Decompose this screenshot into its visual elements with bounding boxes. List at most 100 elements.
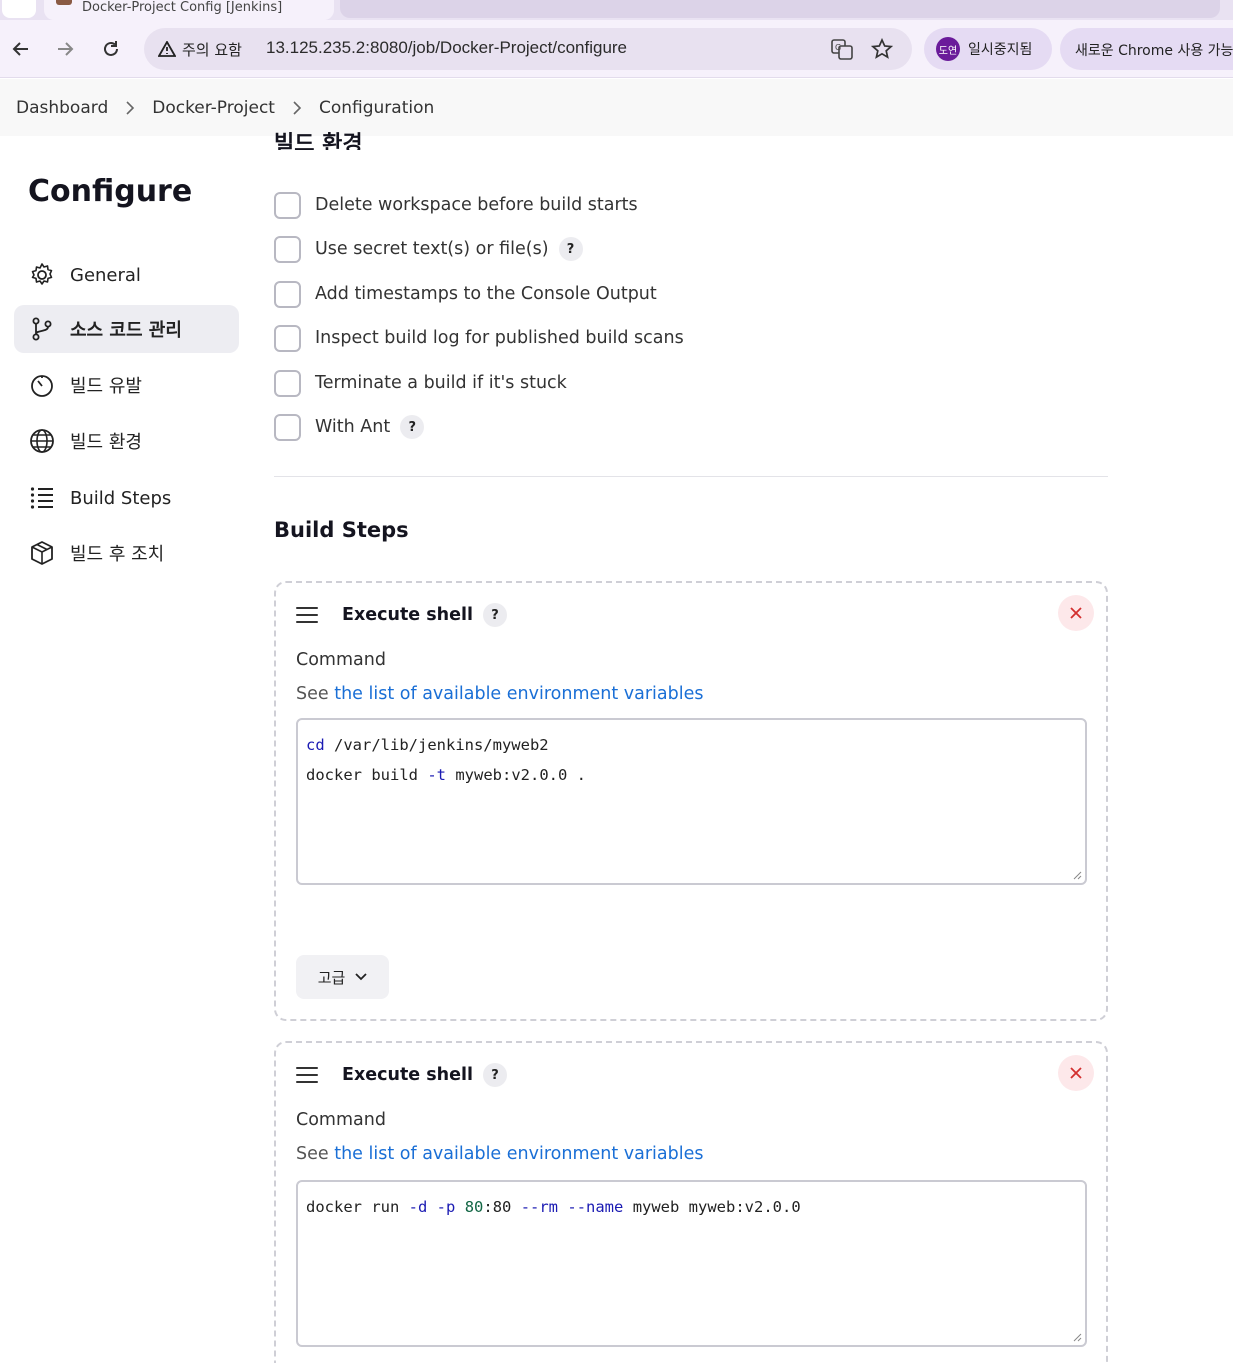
code-line: docker run -d -p 80:80 --rm --name myweb… <box>306 1198 801 1216</box>
checkbox[interactable] <box>274 369 301 397</box>
gear-icon <box>28 261 56 289</box>
tab-previous[interactable] <box>2 0 36 18</box>
option-timestamps[interactable]: Add timestamps to the Console Output <box>274 279 657 309</box>
section-build-steps-heading: Build Steps <box>274 518 409 542</box>
command-label: Command <box>296 650 386 670</box>
close-icon <box>1070 607 1082 619</box>
checkbox[interactable] <box>274 324 301 352</box>
option-with-ant[interactable]: With Ant ? <box>274 412 425 442</box>
sidebar-item-label: General <box>70 264 141 286</box>
svg-text:G: G <box>835 43 841 52</box>
advanced-button[interactable]: 고급 <box>296 955 389 999</box>
chevron-down-icon <box>355 973 367 981</box>
chrome-update-button[interactable]: 새로운 Chrome 사용 가능 <box>1060 28 1233 70</box>
drag-handle-icon[interactable] <box>296 1067 318 1083</box>
command-editor[interactable]: docker run -d -p 80:80 --rm --name myweb… <box>296 1180 1087 1347</box>
branch-icon <box>28 315 56 343</box>
breadcrumb-dashboard[interactable]: Dashboard <box>16 98 108 118</box>
sidebar-item-label: Build Steps <box>70 487 172 509</box>
chevron-right-icon <box>108 100 152 115</box>
tab-title: Docker-Project Config [Jenkins] <box>82 0 283 15</box>
option-inspect-build-log[interactable]: Inspect build log for published build sc… <box>274 323 684 353</box>
sidebar-item-label: 빌드 후 조치 <box>70 544 165 565</box>
step-header: Execute shell ? <box>296 1061 508 1089</box>
timer-icon <box>28 371 56 399</box>
env-vars-link[interactable]: the list of available environment variab… <box>334 684 703 704</box>
profile-status: 일시중지됨 <box>968 42 1033 58</box>
env-vars-note: See the list of available environment va… <box>296 1144 704 1164</box>
chevron-right-icon <box>275 100 319 115</box>
globe-icon <box>28 427 56 455</box>
section-build-env-heading: 빌드 환경 <box>274 132 363 150</box>
option-label: With Ant <box>315 417 391 437</box>
translate-button[interactable]: G <box>830 37 854 61</box>
browser-toolbar: 주의 요함 13.125.235.2:8080/job/Docker-Proje… <box>0 20 1233 78</box>
translate-icon: G <box>831 39 853 60</box>
forward-button[interactable] <box>50 34 80 64</box>
address-bar[interactable]: 주의 요함 13.125.235.2:8080/job/Docker-Proje… <box>144 28 912 70</box>
jenkins-favicon-icon <box>56 0 72 5</box>
step-title: Execute shell <box>342 605 474 625</box>
url-text[interactable]: 13.125.235.2:8080/job/Docker-Project/con… <box>266 38 627 58</box>
close-icon <box>1070 1067 1082 1079</box>
command-label: Command <box>296 1110 386 1130</box>
command-editor[interactable]: cd /var/lib/jenkins/myweb2 docker build … <box>296 718 1087 885</box>
option-terminate-stuck[interactable]: Terminate a build if it's stuck <box>274 368 567 398</box>
checkbox[interactable] <box>274 280 301 308</box>
profile-button[interactable]: 도연 일시중지됨 <box>924 28 1052 70</box>
sidebar-item-scm[interactable]: 소스 코드 관리 <box>14 305 239 353</box>
resize-grip-icon[interactable] <box>1072 870 1082 880</box>
sidebar-item-label: 빌드 유발 <box>70 376 142 397</box>
option-label: Add timestamps to the Console Output <box>315 284 657 304</box>
sidebar-item-build-env[interactable]: 빌드 환경 <box>14 417 239 465</box>
option-secret-text[interactable]: Use secret text(s) or file(s) ? <box>274 234 583 264</box>
security-indicator[interactable]: 주의 요함 <box>150 33 252 65</box>
step-header: Execute shell ? <box>296 601 508 629</box>
avatar: 도연 <box>936 37 960 61</box>
sidebar-item-general[interactable]: General <box>14 251 239 299</box>
drag-handle-icon[interactable] <box>296 607 318 623</box>
help-icon[interactable]: ? <box>558 237 583 261</box>
option-delete-workspace[interactable]: Delete workspace before build starts <box>274 190 638 220</box>
breadcrumb: Dashboard Docker-Project Configuration <box>0 79 1233 136</box>
resize-grip-icon[interactable] <box>1072 1332 1082 1342</box>
help-icon[interactable]: ? <box>400 415 425 439</box>
sidebar-item-post-build[interactable]: 빌드 후 조치 <box>14 529 239 577</box>
option-label: Terminate a build if it's stuck <box>315 373 567 393</box>
reload-icon <box>104 41 118 56</box>
back-button[interactable] <box>6 34 36 64</box>
list-icon <box>28 484 56 512</box>
sidebar-item-triggers[interactable]: 빌드 유발 <box>14 361 239 409</box>
breadcrumb-configuration[interactable]: Configuration <box>319 98 434 118</box>
delete-step-button[interactable] <box>1058 1055 1094 1091</box>
arrow-left-icon <box>12 42 28 56</box>
tab-other[interactable] <box>340 0 1220 18</box>
package-icon <box>28 539 56 567</box>
security-label: 주의 요함 <box>182 40 242 59</box>
build-step-execute-shell: Execute shell ? Command See the list of … <box>274 1041 1108 1363</box>
build-step-execute-shell: Execute shell ? Command See the list of … <box>274 581 1108 1021</box>
checkbox[interactable] <box>274 191 301 219</box>
delete-step-button[interactable] <box>1058 595 1094 631</box>
bookmark-button[interactable] <box>870 37 894 61</box>
sidebar-item-label: 소스 코드 관리 <box>70 320 182 341</box>
reload-button[interactable] <box>96 34 126 64</box>
warning-icon <box>158 41 176 57</box>
env-vars-note: See the list of available environment va… <box>296 684 704 704</box>
step-title: Execute shell <box>342 1065 474 1085</box>
env-vars-link[interactable]: the list of available environment variab… <box>334 1144 703 1164</box>
advanced-label: 고급 <box>317 968 346 987</box>
help-icon[interactable]: ? <box>483 603 508 627</box>
code-line: docker build -t myweb:v2.0.0 . <box>306 766 586 784</box>
checkbox[interactable] <box>274 413 301 441</box>
tab-active[interactable]: Docker-Project Config [Jenkins] <box>44 0 334 20</box>
option-label: Inspect build log for published build sc… <box>315 328 684 348</box>
star-icon <box>871 38 893 59</box>
checkbox[interactable] <box>274 235 301 263</box>
option-label: Use secret text(s) or file(s) <box>315 239 549 259</box>
help-icon[interactable]: ? <box>483 1063 508 1087</box>
sidebar-item-build-steps[interactable]: Build Steps <box>14 474 239 522</box>
arrow-right-icon <box>58 42 74 56</box>
page-title: Configure <box>28 174 193 209</box>
breadcrumb-project[interactable]: Docker-Project <box>152 98 275 118</box>
